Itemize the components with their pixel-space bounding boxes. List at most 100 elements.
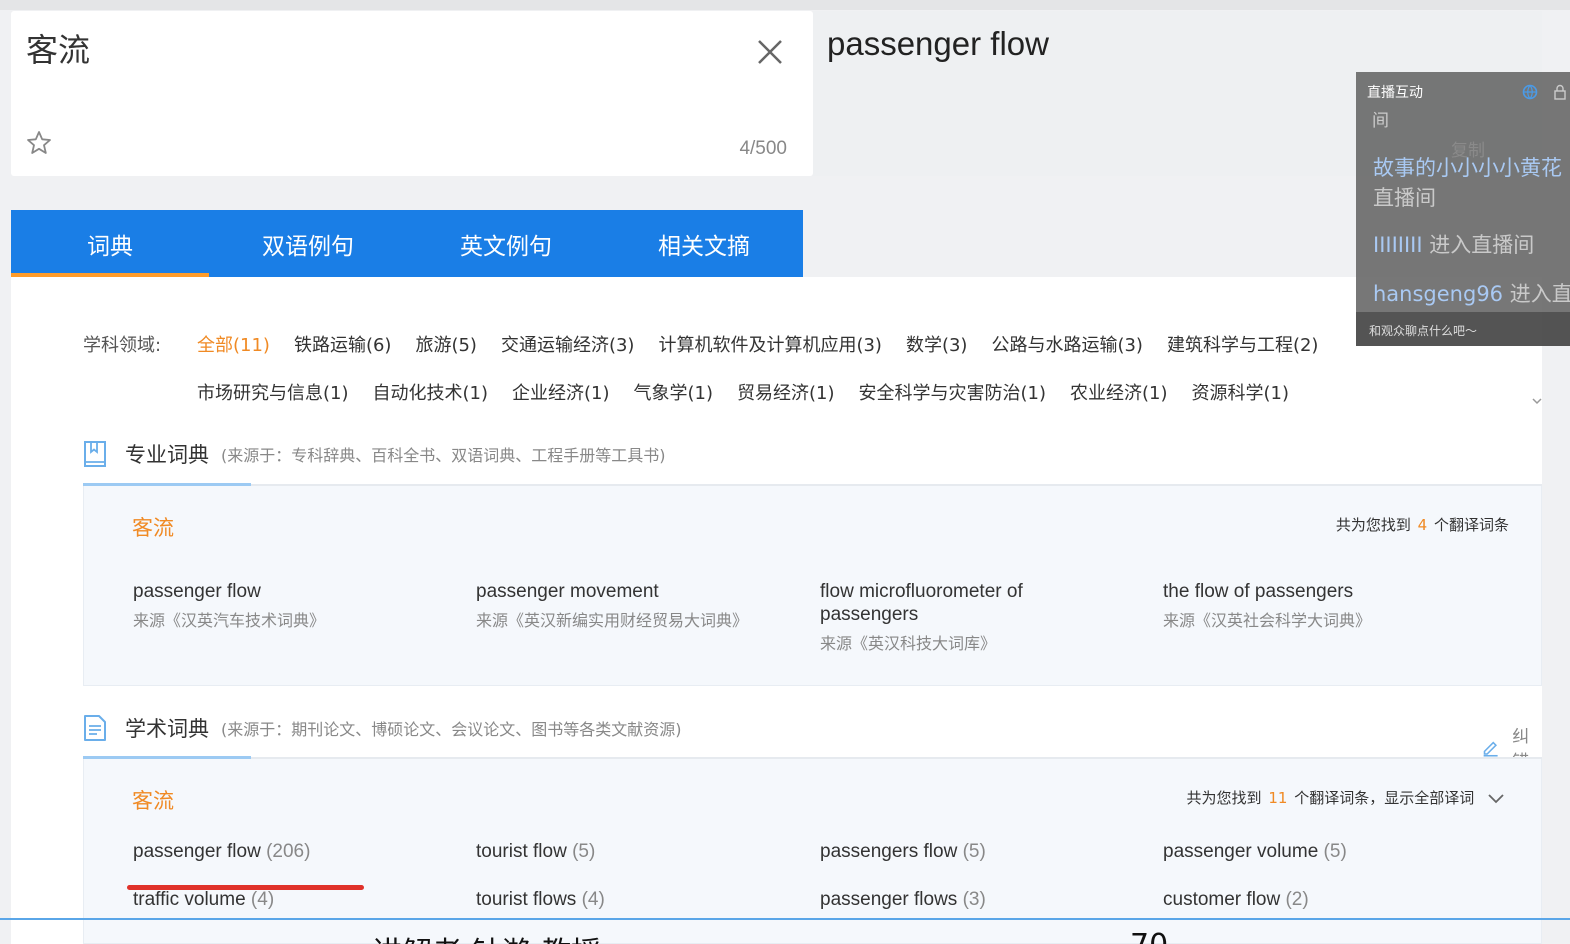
filter-label: 学科领域: (83, 335, 162, 356)
entry-term[interactable]: traffic volume (4) (133, 888, 433, 911)
filter-row-2: 市场研究与信息(1) 自动化技术(1) 企业经济(1) 气象学(1) 贸易经济(1) 安全… (197, 379, 1313, 405)
academic-dict-subtitle: (来源于：期刊论文、博硕论文、会议论文、图书等各类文献资源) (221, 720, 682, 739)
filter-item[interactable]: 企业经济(1) (512, 383, 610, 404)
filter-item[interactable]: 交通运输经济(3) (501, 335, 635, 356)
star-icon[interactable] (25, 129, 53, 157)
tab-related-abstracts[interactable]: 相关文摘 (605, 210, 803, 277)
tab-english-examples[interactable]: 英文例句 (407, 210, 605, 277)
chat-input-bar[interactable]: 和观众聊点什么吧～ (1356, 312, 1570, 346)
list-item: passenger movement 来源《英汉新编实用财经贸易大词典》 (476, 580, 776, 631)
filter-item[interactable]: 市场研究与信息(1) (197, 383, 349, 404)
entry-term[interactable]: passenger flow (133, 580, 433, 603)
document-icon (84, 715, 106, 741)
chevron-down-icon[interactable] (1487, 793, 1505, 805)
filter-item[interactable]: 建筑科学与工程(2) (1167, 335, 1319, 356)
professional-dict-header: 专业词典 (来源于：专科辞典、百科全书、双语词典、工程手册等工具书) (83, 439, 666, 469)
academic-dict-card: 客流 共为您找到 11 个翻译词条，显示全部译词 passenger flow … (83, 759, 1542, 944)
professional-dict-subtitle: (来源于：专科辞典、百科全书、双语词典、工程手册等工具书) (221, 446, 666, 465)
entry-source: 来源《汉英汽车技术词典》 (133, 611, 326, 630)
professional-dict-card: 客流 共为您找到 4 个翻译词条 passenger flow 来源《汉英汽车技… (83, 486, 1542, 686)
entry-term[interactable]: passenger movement (476, 580, 776, 603)
filter-item[interactable]: 铁路运输(6) (294, 335, 392, 356)
chat-message: IIIIIIII 进入直播间 (1373, 229, 1534, 259)
entry-term[interactable]: tourist flows (4) (476, 888, 776, 911)
pencil-icon (1483, 741, 1498, 757)
count-number: 11 (1268, 789, 1288, 807)
list-item: passengers flow (5) (820, 840, 1120, 863)
live-chat-overlay: 直播互动 间 复制 故事的小小小小黄花 直播间 IIIIIIII 进入直播间 h… (1356, 72, 1570, 346)
filter-item[interactable]: 农业经济(1) (1070, 383, 1168, 404)
filter-item[interactable]: 资源科学(1) (1192, 383, 1290, 404)
source-input-panel[interactable]: 客流 4/500 (11, 11, 813, 176)
list-item: passenger flow (206) (133, 840, 433, 863)
entry-term[interactable]: flow microfluorometer of passengers (820, 580, 1060, 626)
count-prefix: 共为您找到 (1186, 789, 1262, 807)
list-item: passenger flow 来源《汉英汽车技术词典》 (133, 580, 433, 631)
entry-term[interactable]: tourist flow (5) (476, 840, 776, 863)
result-count[interactable]: 共为您找到 11 个翻译词条，显示全部译词 (1187, 787, 1505, 808)
filter-item[interactable]: 气象学(1) (634, 383, 714, 404)
filter-item[interactable]: 计算机软件及计算机应用(3) (658, 335, 882, 356)
entry-source: 来源《汉英社会科学大词典》 (1163, 611, 1372, 630)
red-underline-annotation (127, 885, 364, 890)
list-item: traffic volume (4) (133, 888, 433, 911)
entry-term[interactable]: passenger volume (5) (1163, 840, 1463, 863)
chevron-down-icon[interactable] (1531, 395, 1543, 407)
chat-message: 故事的小小小小黄花 直播间 (1373, 152, 1562, 212)
chat-user: 故事的小小小小黄花 (1373, 156, 1562, 180)
filter-item[interactable]: 旅游(5) (415, 335, 477, 356)
count-number: 4 (1417, 516, 1428, 534)
academic-dict-header: 学术词典 (来源于：期刊论文、博硕论文、会议论文、图书等各类文献资源) (83, 713, 682, 743)
live-chat-room-text: 间 (1372, 111, 1389, 131)
entry-term[interactable]: customer flow (2) (1163, 888, 1463, 911)
filter-all[interactable]: 全部(11) (197, 335, 270, 356)
chat-user: hansgeng96 (1373, 282, 1504, 306)
count-prefix: 共为您找到 (1335, 516, 1411, 534)
result-count: 共为您找到 4 个翻译词条 (1336, 514, 1509, 535)
chat-message: hansgeng96 进入直 (1373, 278, 1570, 308)
source-text[interactable]: 客流 (26, 25, 90, 71)
video-subtitle-number: 70 (1130, 928, 1168, 944)
count-suffix: 个翻译词条 (1433, 516, 1509, 534)
filter-item[interactable]: 自动化技术(1) (373, 383, 489, 404)
count-suffix: 个翻译词条，显示全部译词 (1294, 789, 1475, 807)
chat-user: IIIIIIII (1373, 233, 1423, 257)
tab-dictionary[interactable]: 词典 (11, 210, 209, 277)
main-panel: 学科领域: 全部(11) 铁路运输(6) 旅游(5) 交通运输经济(3) 计算机软件及计… (11, 277, 1542, 944)
list-item: passenger volume (5) (1163, 840, 1463, 863)
chat-action: 进入直 (1509, 282, 1570, 306)
tab-bilingual-examples[interactable]: 双语例句 (209, 210, 407, 277)
globe-icon[interactable] (1522, 84, 1538, 100)
list-item: tourist flow (5) (476, 840, 776, 863)
academic-dict-title: 学术词典 (125, 717, 209, 741)
list-item: the flow of passengers 来源《汉英社会科学大词典》 (1163, 580, 1463, 631)
filter-item[interactable]: 安全科学与灾害防治(1) (859, 383, 1047, 404)
filter-item[interactable]: 公路与水路运输(3) (991, 335, 1143, 356)
result-tabs: 词典 双语例句 英文例句 相关文摘 (11, 210, 803, 277)
lock-icon[interactable] (1552, 84, 1568, 100)
char-count: 4/500 (739, 138, 787, 159)
filter-item[interactable]: 贸易经济(1) (737, 383, 835, 404)
top-strip (0, 0, 1570, 10)
list-item: tourist flows (4) (476, 888, 776, 911)
chat-action: 进入直播间 (1429, 233, 1535, 257)
entry-term[interactable]: passenger flows (3) (820, 888, 1120, 911)
entry-term[interactable]: passenger flow (206) (133, 840, 433, 863)
entry-source: 来源《英汉科技大词库》 (820, 634, 997, 653)
entry-term[interactable]: passengers flow (5) (820, 840, 1120, 863)
list-item: flow microfluorometer of passengers 来源《英… (820, 580, 1060, 654)
book-icon (84, 441, 106, 467)
close-icon[interactable] (755, 37, 785, 67)
live-chat-title: 直播互动 (1367, 85, 1423, 101)
list-item: customer flow (2) (1163, 888, 1463, 911)
video-subtitle: 讲解者 钟滟 教授 (372, 928, 601, 944)
entry-term[interactable]: the flow of passengers (1163, 580, 1463, 603)
filter-item[interactable]: 数学(3) (906, 335, 968, 356)
card-headword: 客流 (132, 789, 174, 813)
professional-dict-title: 专业词典 (125, 443, 209, 467)
target-text: passenger flow (827, 25, 1049, 62)
video-progress-line (0, 918, 1570, 920)
chat-action: 直播间 (1373, 186, 1436, 210)
card-headword: 客流 (132, 516, 174, 540)
entry-source: 来源《英汉新编实用财经贸易大词典》 (476, 611, 749, 630)
